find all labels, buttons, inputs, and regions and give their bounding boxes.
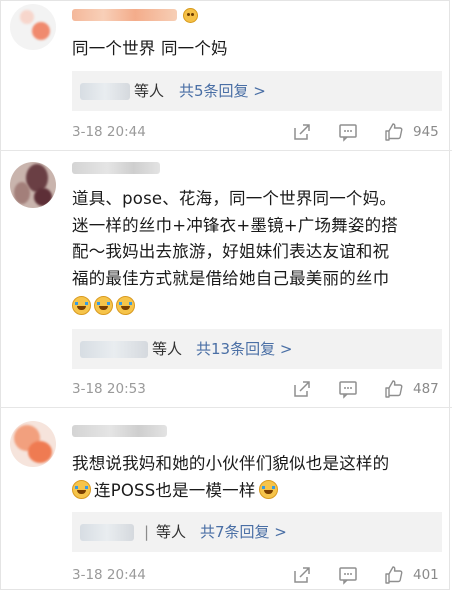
comment-meta: 3-18 20:44 945	[72, 122, 442, 144]
reply-user-blurred	[80, 341, 148, 358]
timestamp: 3-18 20:53	[72, 381, 146, 397]
reply-summary[interactable]: 等人 共13条回复 >	[72, 329, 442, 369]
comment-icon[interactable]	[338, 122, 358, 142]
reply-user-blurred	[80, 83, 130, 100]
laugh-cry-emoji	[94, 296, 113, 315]
avatar[interactable]	[10, 421, 56, 467]
emoji-row	[72, 294, 444, 321]
like-count: 945	[413, 124, 439, 140]
laugh-cry-emoji	[116, 296, 135, 315]
reply-users-suffix: 等人	[152, 340, 183, 358]
comment-line-text: 连POSS也是一模一样	[94, 480, 256, 500]
laugh-cry-emoji	[72, 296, 91, 315]
like-icon[interactable]	[384, 122, 404, 142]
comment-line: 道具、pose、花海，同一个世界同一个妈。	[72, 189, 397, 208]
reply-users-suffix: 等人	[134, 82, 165, 100]
username-blurred[interactable]	[72, 425, 167, 437]
laugh-cry-emoji	[258, 479, 278, 499]
like-count: 487	[413, 381, 439, 397]
like-icon[interactable]	[384, 565, 404, 585]
comment-meta: 3-18 20:44 401	[72, 565, 442, 587]
avatar[interactable]	[10, 4, 56, 50]
comment-line: 配～我妈出去旅游，好姐妹们表达友谊和祝	[72, 242, 390, 261]
like-count: 401	[413, 567, 439, 583]
comment-meta: 3-18 20:53 487	[72, 379, 442, 401]
reply-separator: |	[144, 523, 150, 541]
comment-line: 福的最佳方式就是借给她自己最美丽的丝巾	[72, 268, 390, 288]
timestamp: 3-18 20:44	[72, 567, 146, 583]
comment-divider	[0, 407, 452, 408]
share-icon[interactable]	[292, 379, 312, 399]
timestamp: 3-18 20:44	[72, 124, 146, 140]
username-blurred[interactable]	[72, 162, 160, 174]
comment-line: 迷一样的丝巾+冲锋衣+墨镜+广场舞姿的搭	[72, 215, 398, 235]
user-badge-icon	[183, 8, 198, 23]
reply-summary[interactable]: 等人 共5条回复 >	[72, 71, 442, 111]
share-icon[interactable]	[292, 565, 312, 585]
comment-icon[interactable]	[338, 379, 358, 399]
reply-summary[interactable]: | 等人 共7条回复 >	[72, 512, 442, 552]
comment-line: 连POSS也是一模一样	[72, 478, 444, 505]
comment-icon[interactable]	[338, 565, 358, 585]
avatar[interactable]	[10, 162, 56, 208]
view-replies-link[interactable]: 共5条回复 >	[179, 71, 266, 111]
reply-users-suffix: 等人	[156, 523, 187, 541]
view-replies-link[interactable]: 共13条回复 >	[196, 329, 292, 369]
laugh-cry-emoji	[72, 479, 91, 499]
share-icon[interactable]	[292, 122, 312, 142]
comment-text: 道具、pose、花海，同一个世界同一个妈。 迷一样的丝巾+冲锋衣+墨镜+广场舞姿…	[72, 186, 444, 321]
reply-user-blurred	[80, 524, 134, 541]
like-icon[interactable]	[384, 379, 404, 399]
comment-text: 同一个世界 同一个妈	[72, 39, 228, 58]
comment-text: 我想说我妈和她的小伙伴们貌似也是这样的 连POSS也是一模一样	[72, 451, 444, 504]
comment-divider	[0, 150, 452, 151]
username-blurred[interactable]	[72, 9, 177, 21]
comment-line: 我想说我妈和她的小伙伴们貌似也是这样的	[72, 454, 390, 473]
view-replies-link[interactable]: 共7条回复 >	[200, 512, 287, 552]
